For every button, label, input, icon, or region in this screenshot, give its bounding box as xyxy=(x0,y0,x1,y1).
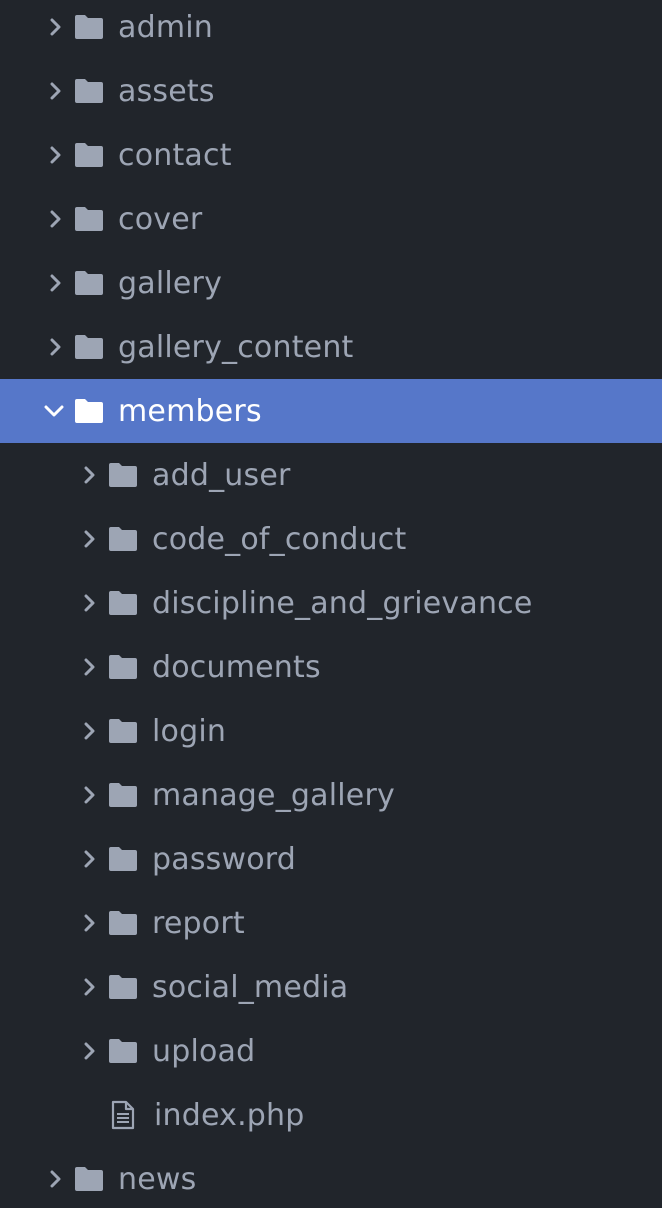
folder-open-icon xyxy=(74,396,104,426)
chevron-right-icon[interactable] xyxy=(80,849,100,869)
tree-item-label: social_media xyxy=(152,969,349,1005)
tree-item-label: upload xyxy=(152,1033,256,1069)
tree-item-label: members xyxy=(118,393,262,429)
chevron-right-icon[interactable] xyxy=(80,593,100,613)
tree-item-manage-gallery[interactable]: manage_gallery xyxy=(0,763,662,827)
tree-item-report[interactable]: report xyxy=(0,891,662,955)
folder-icon xyxy=(108,908,138,938)
chevron-right-icon[interactable] xyxy=(46,81,66,101)
folder-icon xyxy=(108,1036,138,1066)
tree-item-admin[interactable]: admin xyxy=(0,0,662,59)
tree-item-code-of-conduct[interactable]: code_of_conduct xyxy=(0,507,662,571)
chevron-right-icon[interactable] xyxy=(80,465,100,485)
tree-item-assets[interactable]: assets xyxy=(0,59,662,123)
tree-item-news[interactable]: news xyxy=(0,1147,662,1208)
folder-icon xyxy=(108,716,138,746)
tree-item-label: news xyxy=(118,1161,197,1197)
tree-item-label: contact xyxy=(118,137,232,173)
folder-icon xyxy=(74,204,104,234)
file-tree: admin assets contact cover gallery galle… xyxy=(0,0,662,1208)
tree-item-gallery[interactable]: gallery xyxy=(0,251,662,315)
folder-icon xyxy=(74,1164,104,1194)
tree-item-label: manage_gallery xyxy=(152,777,395,813)
tree-item-label: report xyxy=(152,905,245,941)
chevron-right-icon[interactable] xyxy=(80,657,100,677)
chevron-right-icon[interactable] xyxy=(46,209,66,229)
folder-icon xyxy=(74,76,104,106)
folder-icon xyxy=(74,140,104,170)
tree-item-social-media[interactable]: social_media xyxy=(0,955,662,1019)
chevron-right-icon[interactable] xyxy=(46,145,66,165)
tree-item-gallery-content[interactable]: gallery_content xyxy=(0,315,662,379)
tree-item-label: add_user xyxy=(152,457,291,493)
chevron-right-icon[interactable] xyxy=(46,17,66,37)
tree-item-label: index.php xyxy=(154,1097,305,1133)
tree-item-label: assets xyxy=(118,73,215,109)
tree-item-label: code_of_conduct xyxy=(152,521,407,557)
tree-item-login[interactable]: login xyxy=(0,699,662,763)
folder-icon xyxy=(108,780,138,810)
folder-icon xyxy=(108,652,138,682)
folder-icon xyxy=(108,588,138,618)
tree-item-documents[interactable]: documents xyxy=(0,635,662,699)
chevron-right-icon[interactable] xyxy=(80,1041,100,1061)
tree-item-label: documents xyxy=(152,649,321,685)
tree-item-label: gallery_content xyxy=(118,329,354,365)
chevron-right-icon[interactable] xyxy=(80,529,100,549)
tree-item-contact[interactable]: contact xyxy=(0,123,662,187)
folder-icon xyxy=(74,332,104,362)
tree-item-add-user[interactable]: add_user xyxy=(0,443,662,507)
tree-item-discipline-and-grievance[interactable]: discipline_and_grievance xyxy=(0,571,662,635)
tree-item-index-php[interactable]: index.php xyxy=(0,1083,662,1147)
tree-item-label: admin xyxy=(118,9,213,45)
chevron-right-icon[interactable] xyxy=(46,337,66,357)
folder-icon xyxy=(74,268,104,298)
tree-item-cover[interactable]: cover xyxy=(0,187,662,251)
folder-icon xyxy=(108,972,138,1002)
chevron-right-icon[interactable] xyxy=(46,1169,66,1189)
tree-item-label: password xyxy=(152,841,297,877)
folder-icon xyxy=(108,460,138,490)
file-text-icon xyxy=(108,1100,138,1130)
tree-item-label: discipline_and_grievance xyxy=(152,585,533,621)
tree-item-label: login xyxy=(152,713,227,749)
chevron-right-icon[interactable] xyxy=(46,273,66,293)
tree-item-label: cover xyxy=(118,201,203,237)
folder-icon xyxy=(74,12,104,42)
folder-icon xyxy=(108,524,138,554)
chevron-right-icon[interactable] xyxy=(80,721,100,741)
folder-icon xyxy=(108,844,138,874)
chevron-down-icon[interactable] xyxy=(44,401,64,421)
tree-item-upload[interactable]: upload xyxy=(0,1019,662,1083)
tree-item-password[interactable]: password xyxy=(0,827,662,891)
tree-item-label: gallery xyxy=(118,265,223,301)
chevron-right-icon[interactable] xyxy=(80,913,100,933)
tree-item-members[interactable]: members xyxy=(0,379,662,443)
chevron-right-icon[interactable] xyxy=(80,977,100,997)
chevron-right-icon[interactable] xyxy=(80,785,100,805)
